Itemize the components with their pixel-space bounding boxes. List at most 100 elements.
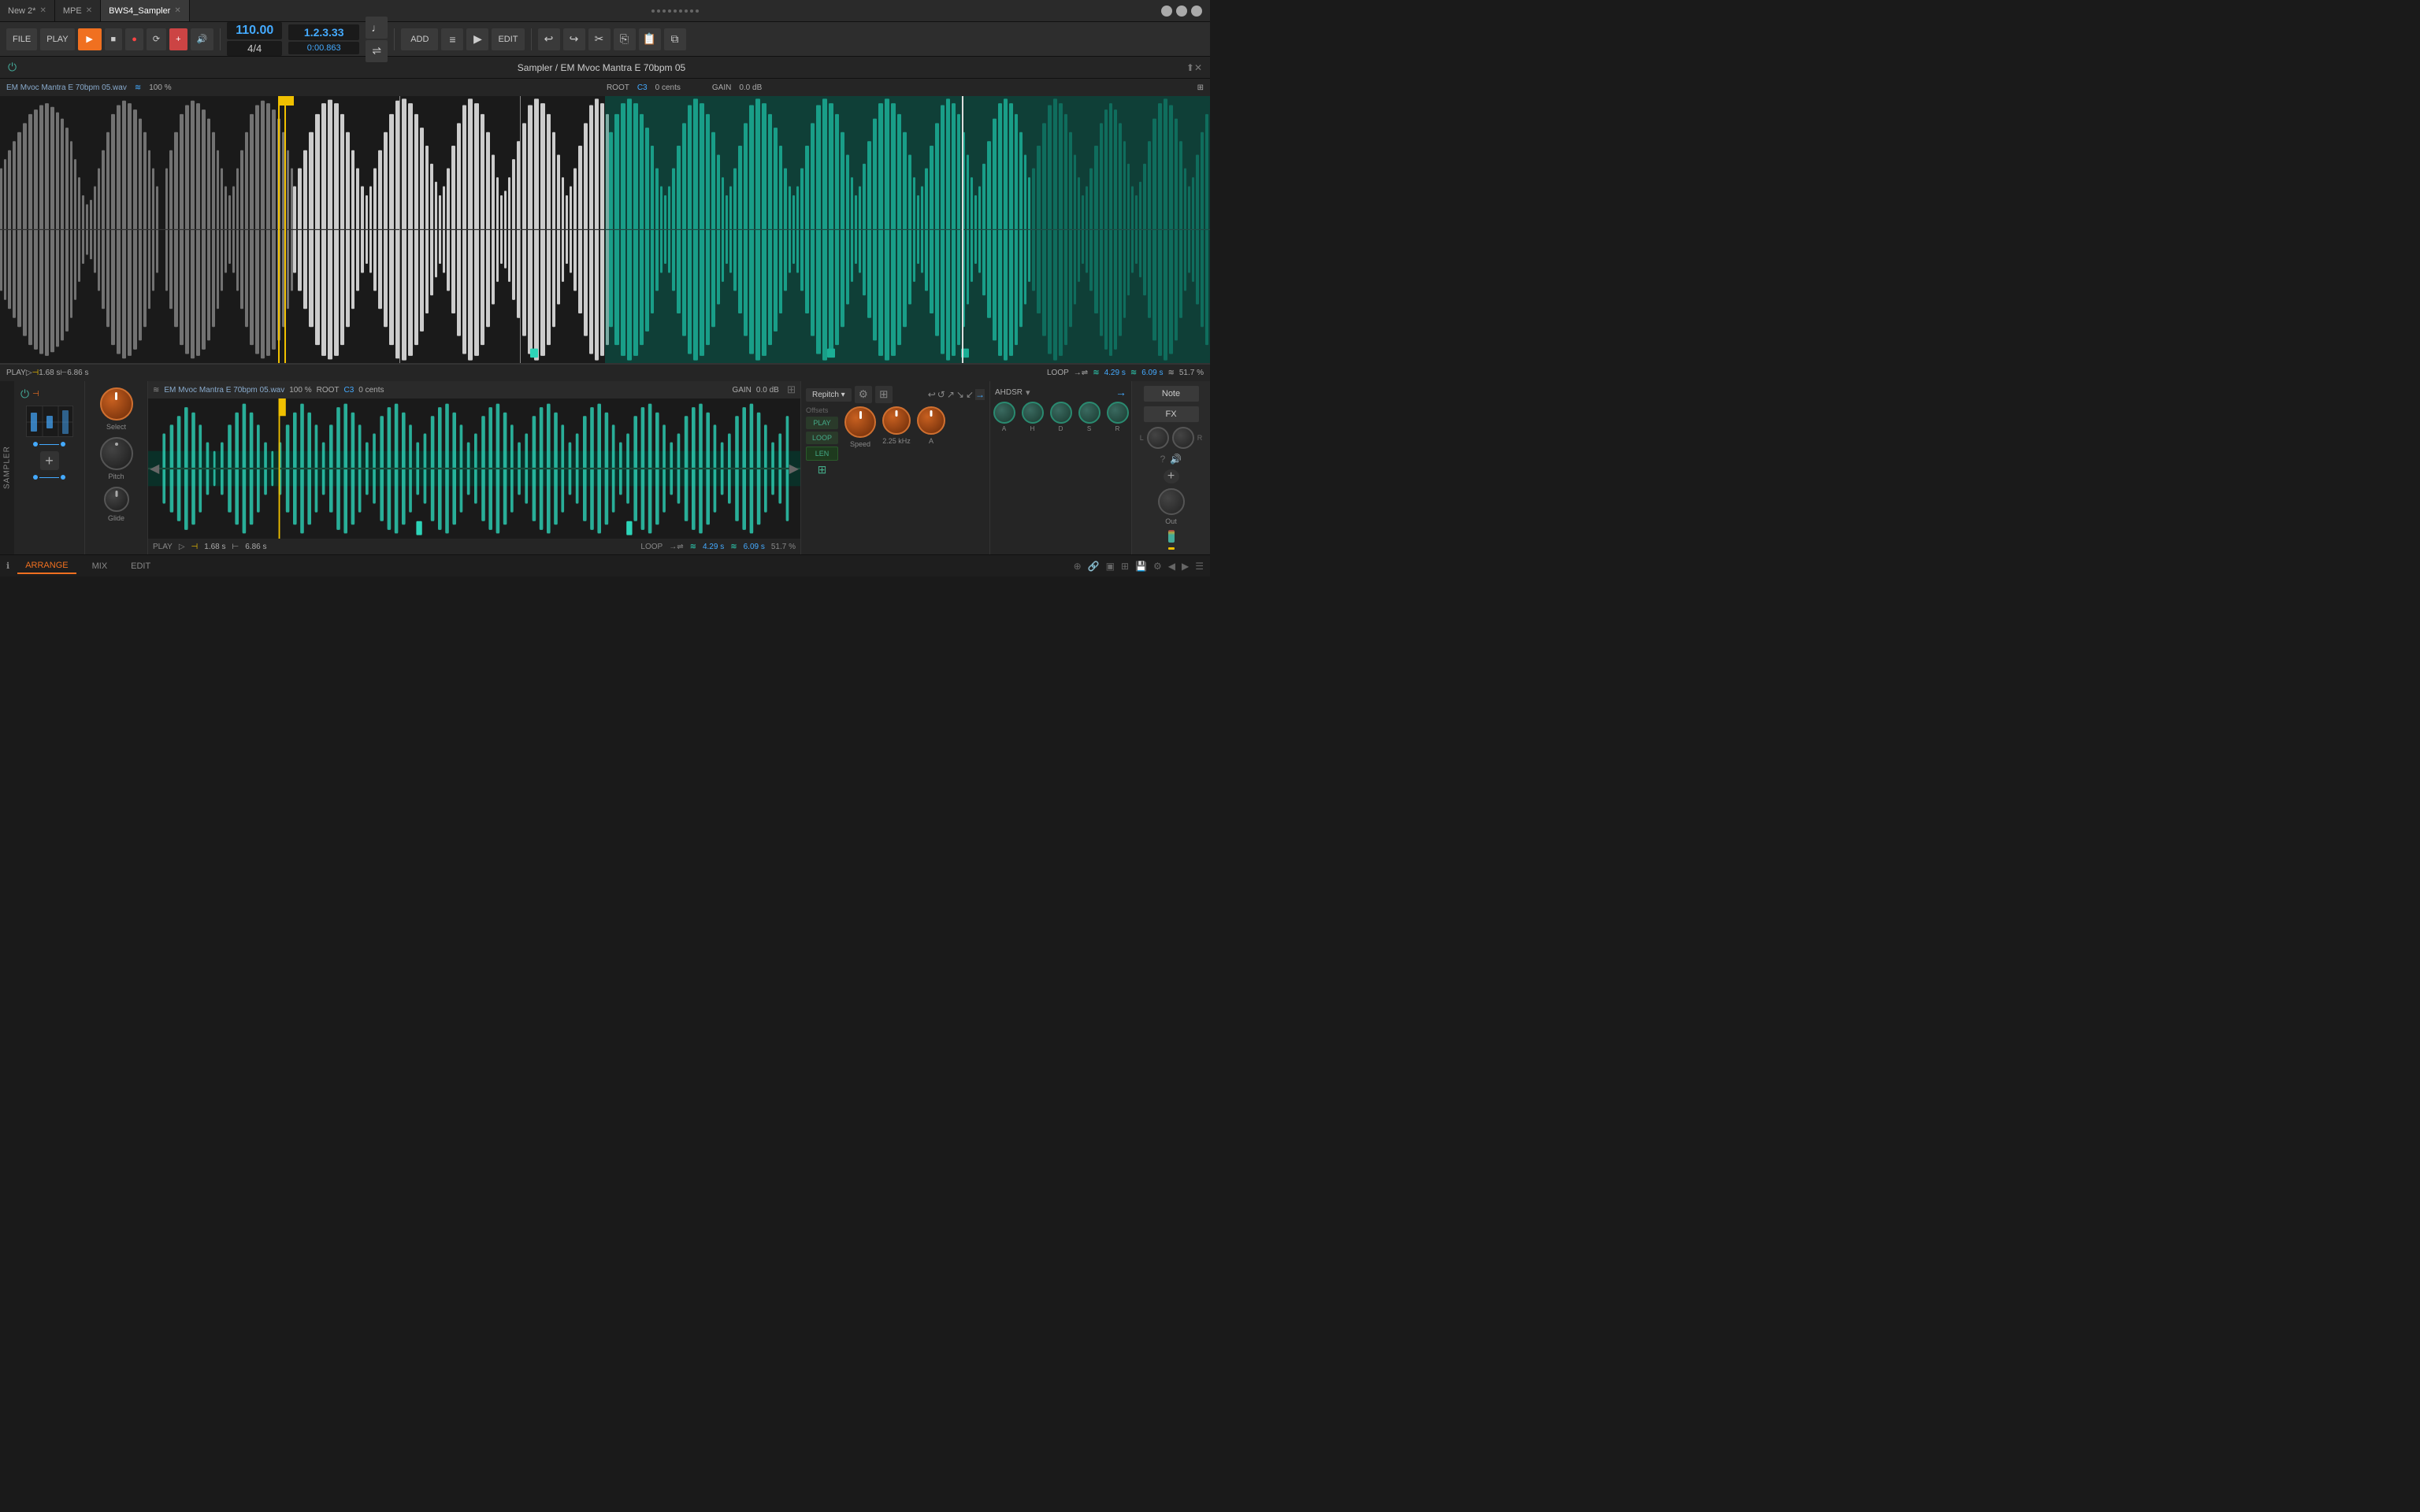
ahdsr-link-btn[interactable]: → [1115, 386, 1126, 398]
loop-mode-button[interactable]: LOOP [806, 432, 838, 444]
play-button[interactable]: PLAY [40, 28, 74, 50]
waveform-container[interactable] [0, 96, 1210, 363]
copy-button[interactable]: ⎘ [614, 28, 636, 50]
arrange-tab[interactable]: ARRANGE [17, 558, 76, 574]
sampler-yellow-marker[interactable]: ⊣ [32, 390, 39, 398]
speed-knob[interactable] [844, 406, 876, 438]
minimize-button[interactable] [1161, 6, 1172, 17]
pan-left-knob[interactable] [1147, 427, 1169, 449]
close-sampler-button[interactable]: ✕ [1194, 62, 1202, 73]
play-arrow-5[interactable]: ↙ [966, 389, 974, 400]
pan-right-knob[interactable] [1172, 427, 1194, 449]
arrow-right-icon[interactable]: ▶ [1182, 561, 1189, 572]
layout-icon[interactable]: ▣ [1106, 561, 1115, 572]
sync-button[interactable]: ⇌ [366, 40, 388, 62]
scissors-button[interactable]: ✂ [588, 28, 611, 50]
save-icon[interactable]: 💾 [1135, 561, 1147, 572]
mini-wave-settings[interactable]: ⊞ [787, 384, 796, 396]
next-button[interactable]: ▶ [789, 461, 799, 476]
freq-knob[interactable] [882, 406, 911, 435]
play-arrow-2[interactable]: ↺ [937, 389, 945, 400]
end-marker-line[interactable] [962, 96, 963, 363]
mini-root[interactable]: C3 [343, 386, 354, 395]
ahdsr-h-knob[interactable] [1022, 402, 1044, 424]
waveform-area[interactable] [0, 96, 1210, 364]
sampler-power-button[interactable]: ⏻ [8, 61, 17, 74]
glide-knob[interactable] [104, 487, 129, 512]
record-button[interactable]: ● [125, 28, 143, 50]
tab-mpe[interactable]: MPE ✕ [55, 0, 101, 21]
mixer-button[interactable]: ≡ [441, 28, 463, 50]
cents-value[interactable]: 0 cents [655, 83, 681, 92]
pitch-knob[interactable] [100, 437, 133, 470]
len-mode-button[interactable]: LEN [806, 447, 838, 461]
menu-icon[interactable]: ☰ [1195, 561, 1204, 572]
time-sig-display[interactable]: 4/4 [227, 41, 282, 56]
paste-button[interactable]: 📋 [639, 28, 661, 50]
help-button[interactable]: ? [1160, 454, 1166, 465]
edit-tab[interactable]: EDIT [123, 559, 158, 573]
settings-icon-btn[interactable]: ⚙ [855, 386, 872, 403]
ahdsr-r-knob[interactable] [1107, 402, 1129, 424]
grid2-icon[interactable]: ⊞ [1121, 561, 1129, 572]
tempo-display[interactable]: 110.00 [227, 22, 282, 39]
a-knob[interactable] [917, 406, 945, 435]
ahdsr-s-knob[interactable] [1078, 402, 1101, 424]
select-knob[interactable] [100, 387, 133, 421]
link-icon[interactable]: 🔗 [1088, 561, 1100, 572]
click-button[interactable]: 🔊 [191, 28, 214, 50]
file-button[interactable]: FILE [6, 28, 37, 50]
status-info-icon[interactable]: ℹ [6, 561, 9, 571]
ahdsr-d-knob[interactable] [1050, 402, 1072, 424]
play-mode-button[interactable]: PLAY [806, 417, 838, 429]
add-button[interactable]: ADD [401, 28, 438, 50]
grid-pattern-btn[interactable]: ⊞ [806, 463, 838, 476]
add-sampler-button[interactable]: + [40, 451, 59, 470]
play-arrow-3[interactable]: ↗ [947, 389, 955, 400]
mini-play-icon[interactable]: ▷ [179, 543, 185, 551]
mini-wave-body[interactable]: ◀ ▶ [148, 398, 800, 539]
close-icon[interactable]: ✕ [86, 6, 92, 15]
grid-icon-btn[interactable]: ⊞ [875, 386, 893, 403]
mix-tab[interactable]: MIX [84, 559, 116, 573]
gain-value[interactable]: 0.0 dB [739, 83, 762, 92]
settings2-icon[interactable]: ⚙ [1153, 561, 1162, 572]
fx-button[interactable]: FX [1144, 406, 1199, 422]
ahdsr-a-knob[interactable] [993, 402, 1015, 424]
redo-button[interactable]: ↪ [563, 28, 585, 50]
play-arrow-1[interactable]: ↩ [928, 389, 936, 400]
playback-button[interactable]: ▶ [466, 28, 488, 50]
maximize-button[interactable] [1176, 6, 1187, 17]
loop-region[interactable] [605, 96, 1210, 363]
start-marker[interactable] [278, 96, 280, 363]
bars-display[interactable]: 1.2.3.33 [288, 24, 359, 40]
grid-icon[interactable]: ⊞ [1197, 83, 1204, 92]
add-fx-button[interactable]: + [1164, 469, 1179, 484]
time-display[interactable]: 0:00.863 [288, 42, 359, 54]
play-arrow-6[interactable]: → [975, 389, 985, 400]
output-knob[interactable] [1158, 488, 1185, 515]
play-icon[interactable]: ▷ [26, 369, 32, 377]
automation-button[interactable]: ⟳ [147, 28, 166, 50]
sampler-mini-grid[interactable] [26, 406, 73, 437]
close-button[interactable] [1191, 6, 1202, 17]
tab-new2[interactable]: New 2* ✕ [0, 0, 55, 21]
play-arrow-4[interactable]: ↘ [956, 389, 964, 400]
root-value[interactable]: C3 [637, 83, 648, 92]
prev-button[interactable]: ◀ [150, 461, 159, 476]
ahdsr-arrow[interactable]: ▾ [1026, 387, 1030, 398]
metronome-button[interactable]: ♩ [366, 17, 388, 39]
mini-cents[interactable]: 0 cents [358, 386, 384, 395]
stop-button[interactable]: ■ [105, 28, 123, 50]
edit-button[interactable]: EDIT [492, 28, 524, 50]
repitch-button[interactable]: Repitch ▾ [806, 388, 852, 402]
speaker-button[interactable]: 🔊 [1170, 454, 1182, 465]
arrow-left-icon[interactable]: ◀ [1168, 561, 1175, 572]
play-icon-button[interactable]: ▶ [78, 28, 102, 50]
mini-gain[interactable]: 0.0 dB [756, 386, 779, 395]
close-icon[interactable]: ✕ [39, 6, 46, 15]
start-marker-line[interactable] [284, 96, 286, 363]
connect-icon[interactable]: ⊕ [1074, 561, 1082, 572]
note-button[interactable]: Note [1144, 386, 1199, 402]
sampler-power-icon[interactable]: ⏻ [20, 387, 29, 401]
